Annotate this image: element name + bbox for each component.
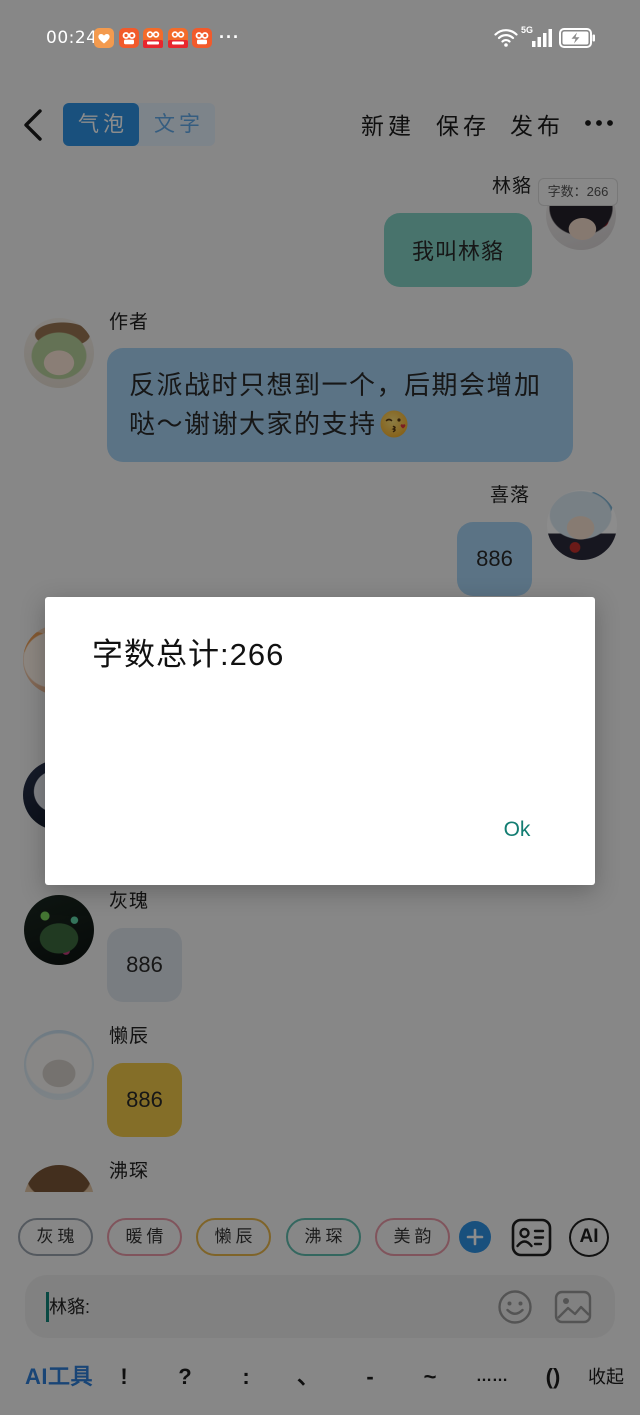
kuaishou-app-icon [143, 28, 163, 48]
wifi-icon [494, 27, 518, 48]
ok-button[interactable]: Ok [492, 813, 542, 847]
kuaishou-app-icon [192, 28, 212, 48]
word-count-dialog: 字数总计:266 Ok [45, 597, 595, 885]
kuaishou-app-icon [167, 28, 188, 48]
notification-icons [94, 28, 212, 48]
status-bar: 00:24 ··· 5G [0, 0, 640, 75]
kuaishou-app-icon [118, 28, 139, 48]
battery-charging-icon [559, 28, 596, 48]
heart-app-icon [94, 28, 114, 48]
dialog-title: 字数总计:266 [92, 637, 285, 672]
clock: 00:24 [46, 28, 98, 48]
signal-icon [532, 29, 553, 47]
status-overflow: ··· [219, 27, 240, 47]
